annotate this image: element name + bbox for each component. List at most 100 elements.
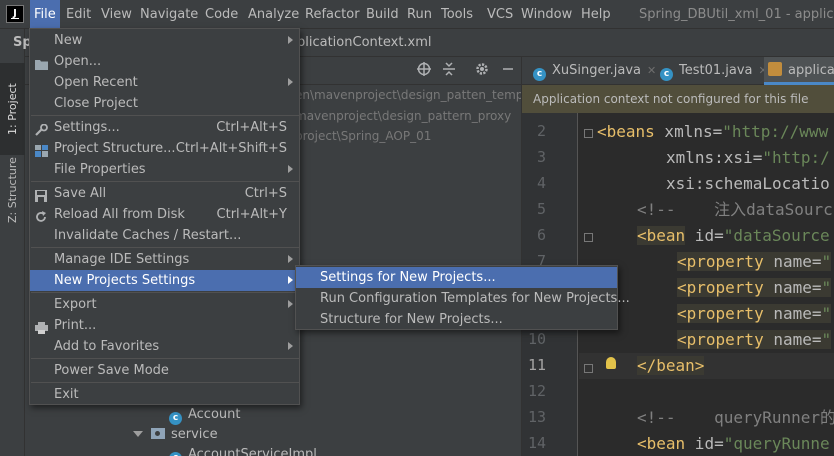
submenu-item-structure-for-new-projects[interactable]: Structure for New Projects... bbox=[296, 309, 617, 330]
menu-item-manage-ide-settings[interactable]: Manage IDE Settings bbox=[30, 249, 299, 270]
menu-help[interactable]: Help bbox=[581, 0, 611, 29]
structure-tab-label: Z: Structure bbox=[6, 157, 19, 223]
menu-item-label: Add to Favorites bbox=[54, 339, 160, 354]
menu-item-close-project[interactable]: Close Project bbox=[30, 93, 299, 114]
reload-icon bbox=[35, 209, 48, 222]
submenu-arrow-icon bbox=[288, 255, 293, 263]
gear-icon[interactable] bbox=[472, 61, 492, 81]
menu-item-print[interactable]: Print... bbox=[30, 315, 299, 336]
locate-target-icon[interactable] bbox=[414, 61, 434, 81]
menu-item-label: Close Project bbox=[54, 96, 139, 111]
menu-item-file-properties[interactable]: File Properties bbox=[30, 159, 299, 180]
editor-tab-test01[interactable]: cTest01.java✕ bbox=[660, 57, 768, 85]
menu-item-power-save-mode[interactable]: Power Save Mode bbox=[30, 360, 299, 381]
menu-vcs[interactable]: VCS bbox=[487, 0, 513, 29]
fold-marker-icon[interactable] bbox=[584, 233, 593, 242]
folder-icon bbox=[35, 56, 48, 70]
menu-item-label: Invalidate Caches / Restart... bbox=[54, 228, 242, 243]
structure-tool-tab[interactable]: Z: Structure bbox=[0, 147, 25, 233]
code-line[interactable]: <property name=" bbox=[677, 275, 832, 301]
code-line[interactable]: <beans xmlns="http://www bbox=[597, 119, 828, 145]
intellij-logo-icon: J bbox=[6, 5, 24, 23]
editor-tab-xusinger[interactable]: c XuSinger.java ✕ bbox=[533, 57, 656, 85]
menu-analyze[interactable]: Analyze bbox=[248, 0, 299, 29]
tree-item-account-service-impl[interactable]: c AccountServiceImpl bbox=[169, 445, 317, 456]
editor-tab-applicationcontext[interactable]: applica bbox=[764, 57, 834, 85]
code-line[interactable]: <bean id="queryRunne bbox=[637, 431, 830, 456]
line-number: 11 bbox=[527, 356, 546, 374]
menu-refactor[interactable]: Refactor bbox=[305, 0, 360, 29]
menubar: J File Edit View Navigate Code Analyze R… bbox=[0, 0, 834, 29]
close-icon[interactable]: ✕ bbox=[647, 64, 656, 77]
menu-item-reload[interactable]: Reload All from Disk Ctrl+Alt+Y bbox=[30, 204, 299, 225]
submenu-arrow-icon bbox=[288, 36, 293, 44]
menu-tools[interactable]: Tools bbox=[441, 0, 473, 29]
code-line[interactable]: <!-- 注入dataSourc bbox=[637, 197, 833, 223]
tree-item-account[interactable]: c Account bbox=[169, 405, 241, 425]
menu-item-label: Open... bbox=[54, 54, 102, 69]
menu-item-export[interactable]: Export bbox=[30, 294, 299, 315]
code-line[interactable]: <property name=" bbox=[677, 327, 832, 353]
tree-item-label: service bbox=[171, 427, 218, 442]
menu-item-label: Print... bbox=[54, 318, 97, 333]
menu-run[interactable]: Run bbox=[407, 0, 432, 29]
menu-item-add-to-favorites[interactable]: Add to Favorites bbox=[30, 336, 299, 357]
tab-label: Test01.java bbox=[679, 63, 753, 78]
window-title: Spring_DBUtil_xml_01 - applicatio bbox=[639, 7, 834, 22]
lightbulb-icon[interactable] bbox=[606, 357, 616, 369]
submenu-item-run-configuration-templates[interactable]: Run Configuration Templates for New Proj… bbox=[296, 288, 630, 309]
tree-item-label: Account bbox=[188, 407, 241, 422]
code-line[interactable]: xsi:schemaLocatio bbox=[666, 171, 830, 197]
submenu-item-settings-for-new-projects[interactable]: Settings for New Projects... bbox=[296, 267, 617, 288]
breadcrumb-file[interactable]: plicationContext.xml bbox=[297, 29, 432, 57]
tree-item-service[interactable]: service bbox=[133, 425, 218, 445]
collapse-all-icon[interactable] bbox=[439, 61, 459, 81]
shortcut-label: Ctrl+Alt+Y bbox=[216, 207, 287, 222]
fold-marker-icon[interactable] bbox=[584, 364, 593, 373]
submenu-arrow-icon bbox=[288, 300, 293, 308]
menu-edit[interactable]: Edit bbox=[66, 0, 91, 29]
submenu-arrow-icon bbox=[288, 165, 293, 173]
left-tool-strip: 1: Project Z: Structure bbox=[0, 29, 25, 456]
hide-panel-icon[interactable] bbox=[498, 61, 518, 81]
menu-build[interactable]: Build bbox=[366, 0, 399, 29]
wrench-icon bbox=[35, 122, 48, 136]
code-line[interactable]: <property name=" bbox=[677, 301, 832, 327]
expand-arrow-icon[interactable] bbox=[133, 431, 143, 437]
menu-item-save-all[interactable]: Save All Ctrl+S bbox=[30, 183, 299, 204]
code-line[interactable]: <bean id="dataSource bbox=[637, 223, 830, 249]
menu-file[interactable]: File bbox=[30, 0, 60, 29]
menu-view[interactable]: View bbox=[101, 0, 132, 29]
menu-item-exit[interactable]: Exit bbox=[30, 384, 299, 405]
code-line[interactable]: <property name=" bbox=[677, 249, 832, 275]
shortcut-label: Ctrl+Alt+S bbox=[216, 120, 287, 135]
menu-item-settings[interactable]: Settings... Ctrl+Alt+S bbox=[30, 117, 299, 138]
menu-item-new-projects-settings[interactable]: New Projects Settings bbox=[30, 270, 299, 291]
menu-item-label: New Projects Settings bbox=[54, 273, 196, 288]
code-line[interactable]: <!-- queryRunner的 bbox=[637, 405, 834, 431]
project-tool-tab[interactable]: 1: Project bbox=[0, 63, 25, 155]
menu-item-label: Save All bbox=[54, 186, 107, 201]
fold-marker-icon[interactable] bbox=[584, 129, 593, 138]
line-number: 12 bbox=[527, 382, 546, 400]
class-icon: c bbox=[169, 452, 182, 456]
code-line[interactable]: </bean> bbox=[637, 353, 705, 379]
menu-item-invalidate-caches[interactable]: Invalidate Caches / Restart... bbox=[30, 225, 299, 246]
menu-navigate[interactable]: Navigate bbox=[140, 0, 198, 29]
menu-item-project-structure[interactable]: Project Structure... Ctrl+Alt+Shift+S bbox=[30, 138, 299, 159]
menu-item-new[interactable]: New bbox=[30, 30, 299, 51]
line-number: 4 bbox=[536, 174, 546, 192]
line-number: 2 bbox=[536, 122, 546, 140]
menu-code[interactable]: Code bbox=[205, 0, 238, 29]
menu-separator bbox=[31, 247, 300, 248]
code-line[interactable]: xmlns:xsi="http:/ bbox=[666, 145, 830, 171]
menu-item-label: Exit bbox=[54, 387, 79, 402]
menu-item-open[interactable]: Open... bbox=[30, 51, 299, 72]
menu-window[interactable]: Window bbox=[521, 0, 572, 29]
menu-item-label: Settings for New Projects... bbox=[320, 270, 496, 285]
menu-item-open-recent[interactable]: Open Recent bbox=[30, 72, 299, 93]
line-number: 14 bbox=[527, 434, 546, 452]
menu-separator bbox=[31, 358, 300, 359]
line-number: 10 bbox=[527, 330, 546, 348]
line-number: 13 bbox=[527, 408, 546, 426]
